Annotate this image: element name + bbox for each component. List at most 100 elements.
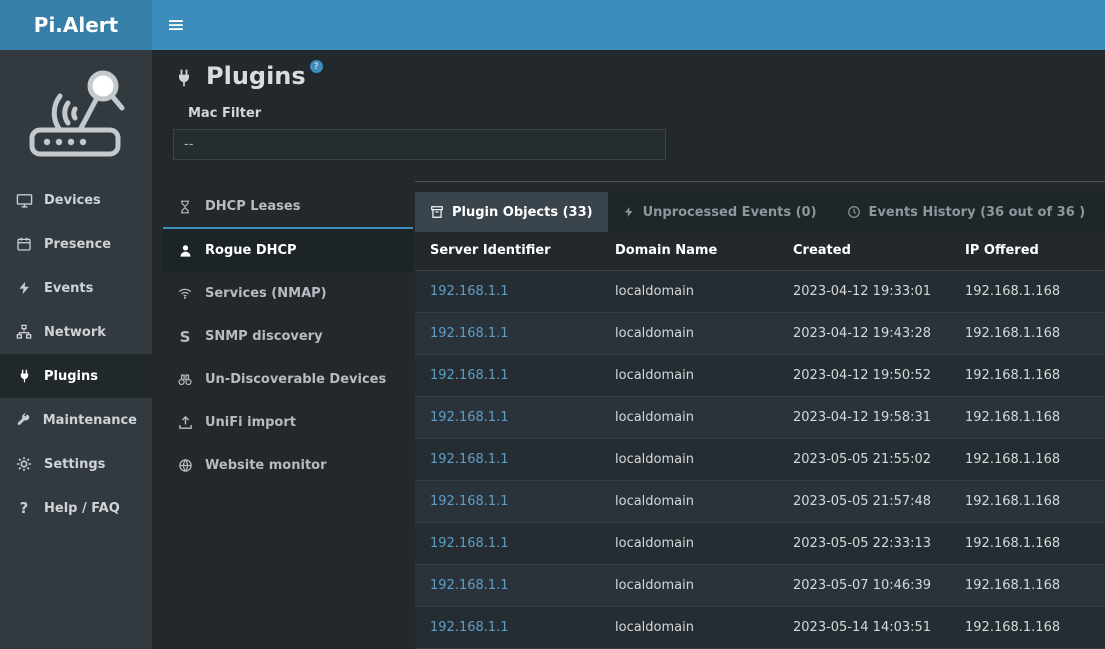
page-header: Plugins ? xyxy=(174,62,323,90)
pialert-router-logo xyxy=(0,50,152,164)
devices-icon xyxy=(15,192,33,209)
ip-cell: 192.168.1.168 xyxy=(950,438,1105,480)
plugin-list-item-dhcp-leases[interactable]: DHCP Leases xyxy=(163,186,413,229)
plugin-objects-table-body: 192.168.1.1 localdomain 2023-04-12 19:33… xyxy=(415,270,1105,648)
sidebar-item-label: Presence xyxy=(44,237,111,252)
ip-cell: 192.168.1.168 xyxy=(950,396,1105,438)
tab-strip: Plugin Objects (33) Unprocessed Events (… xyxy=(415,192,1105,232)
tab-unprocessed-events[interactable]: Unprocessed Events (0) xyxy=(608,192,832,232)
plugin-list-item-unifi-import[interactable]: UniFi import xyxy=(163,401,413,444)
sidebar: Devices Presence Events Network Plugins xyxy=(0,50,152,649)
mac-filter-label: Mac Filter xyxy=(188,106,261,121)
domain-cell: localdomain xyxy=(600,438,778,480)
table-row: 192.168.1.1 localdomain 2023-04-12 19:58… xyxy=(415,396,1105,438)
main-content: Plugins ? Mac Filter -- DHCP Leases Rogu… xyxy=(152,50,1105,649)
server-identifier-link[interactable]: 192.168.1.1 xyxy=(430,410,509,425)
plugin-list-item-label: Un-Discoverable Devices xyxy=(205,372,386,387)
signal-icon xyxy=(176,286,194,301)
server-identifier-link[interactable]: 192.168.1.1 xyxy=(430,368,509,383)
server-identifier-link[interactable]: 192.168.1.1 xyxy=(430,620,509,635)
sidebar-item-label: Help / FAQ xyxy=(44,501,120,516)
column-header-server-identifier: Server Identifier xyxy=(415,232,600,270)
domain-cell: localdomain xyxy=(600,522,778,564)
plugin-list-item-snmp-discovery[interactable]: S SNMP discovery xyxy=(163,315,413,358)
column-header-ip-offered: IP Offered xyxy=(950,232,1105,270)
sidebar-item-network[interactable]: Network xyxy=(0,310,152,354)
bolt-icon xyxy=(15,280,33,296)
server-identifier-link[interactable]: 192.168.1.1 xyxy=(430,536,509,551)
created-cell: 2023-04-12 19:43:28 xyxy=(778,312,950,354)
gear-icon xyxy=(15,456,33,472)
sidebar-item-presence[interactable]: Presence xyxy=(0,222,152,266)
sidebar-item-plugins[interactable]: Plugins xyxy=(0,354,152,398)
created-cell: 2023-04-12 19:50:52 xyxy=(778,354,950,396)
network-icon xyxy=(15,324,33,340)
table-row: 192.168.1.1 localdomain 2023-05-14 14:03… xyxy=(415,606,1105,648)
plugins-body: DHCP Leases Rogue DHCP Services (NMAP) S… xyxy=(152,181,1105,649)
domain-cell: localdomain xyxy=(600,270,778,312)
question-icon: ? xyxy=(15,499,33,517)
mac-filter-select[interactable]: -- xyxy=(173,129,666,160)
plugin-objects-table: Server Identifier Domain Name Created IP… xyxy=(415,232,1105,649)
plugin-list: DHCP Leases Rogue DHCP Services (NMAP) S… xyxy=(163,181,413,649)
sidebar-item-label: Maintenance xyxy=(43,413,137,428)
plugin-list-item-label: UniFi import xyxy=(205,415,296,430)
created-cell: 2023-05-07 10:46:39 xyxy=(778,564,950,606)
tab-plugin-objects[interactable]: Plugin Objects (33) xyxy=(415,192,608,232)
plugin-list-item-undiscoverable-devices[interactable]: Un-Discoverable Devices xyxy=(163,358,413,401)
rogue-user-icon xyxy=(176,243,194,259)
column-header-domain-name: Domain Name xyxy=(600,232,778,270)
plugin-list-item-label: DHCP Leases xyxy=(205,199,300,214)
domain-cell: localdomain xyxy=(600,312,778,354)
table-header-row: Server Identifier Domain Name Created IP… xyxy=(415,232,1105,270)
sidebar-item-label: Events xyxy=(44,281,93,296)
domain-cell: localdomain xyxy=(600,396,778,438)
sidebar-item-label: Plugins xyxy=(44,369,98,384)
table-row: 192.168.1.1 localdomain 2023-05-07 10:46… xyxy=(415,564,1105,606)
sidebar-item-events[interactable]: Events xyxy=(0,266,152,310)
sidebar-item-maintenance[interactable]: Maintenance xyxy=(0,398,152,442)
page-title: Plugins xyxy=(206,62,306,90)
wrench-icon xyxy=(15,412,32,428)
plugin-list-item-website-monitor[interactable]: Website monitor xyxy=(163,444,413,487)
sidebar-item-settings[interactable]: Settings xyxy=(0,442,152,486)
sidebar-item-label: Network xyxy=(44,325,106,340)
server-identifier-link[interactable]: 192.168.1.1 xyxy=(430,578,509,593)
sidebar-item-help-faq[interactable]: ? Help / FAQ xyxy=(0,486,152,530)
top-bar: Pi.Alert ≡ xyxy=(0,0,1105,50)
tab-label: Unprocessed Events (0) xyxy=(643,205,817,220)
globe-icon xyxy=(176,458,194,473)
hamburger-icon[interactable]: ≡ xyxy=(152,0,200,50)
server-identifier-link[interactable]: 192.168.1.1 xyxy=(430,452,509,467)
plugin-list-item-rogue-dhcp[interactable]: Rogue DHCP xyxy=(163,229,413,272)
column-header-created: Created xyxy=(778,232,950,270)
hourglass-icon xyxy=(176,199,194,215)
plugin-list-item-label: SNMP discovery xyxy=(205,329,323,344)
table-row: 192.168.1.1 localdomain 2023-05-05 22:33… xyxy=(415,522,1105,564)
ip-cell: 192.168.1.168 xyxy=(950,564,1105,606)
plugin-list-item-label: Rogue DHCP xyxy=(205,243,297,258)
plugin-list-item-services-nmap[interactable]: Services (NMAP) xyxy=(163,272,413,315)
sidebar-item-devices[interactable]: Devices xyxy=(0,178,152,222)
tab-label: Plugin Objects (33) xyxy=(452,205,593,220)
table-row: 192.168.1.1 localdomain 2023-05-05 21:57… xyxy=(415,480,1105,522)
table-row: 192.168.1.1 localdomain 2023-04-12 19:33… xyxy=(415,270,1105,312)
table-row: 192.168.1.1 localdomain 2023-05-05 21:55… xyxy=(415,438,1105,480)
tab-label: Events History (36 out of 36 ) xyxy=(869,205,1086,220)
ip-cell: 192.168.1.168 xyxy=(950,606,1105,648)
tab-events-history[interactable]: Events History (36 out of 36 ) xyxy=(832,192,1101,232)
ip-cell: 192.168.1.168 xyxy=(950,522,1105,564)
clock-icon xyxy=(847,205,861,219)
server-identifier-link[interactable]: 192.168.1.1 xyxy=(430,284,509,299)
table-row: 192.168.1.1 localdomain 2023-04-12 19:50… xyxy=(415,354,1105,396)
brand-logo[interactable]: Pi.Alert xyxy=(0,0,152,50)
plugin-list-item-label: Website monitor xyxy=(205,458,327,473)
plug-icon xyxy=(15,368,33,384)
binoculars-icon xyxy=(176,372,194,387)
info-badge[interactable]: ? xyxy=(310,60,323,73)
sidebar-item-label: Settings xyxy=(44,457,105,472)
server-identifier-link[interactable]: 192.168.1.1 xyxy=(430,494,509,509)
server-identifier-link[interactable]: 192.168.1.1 xyxy=(430,326,509,341)
snmp-s-icon: S xyxy=(176,328,194,346)
created-cell: 2023-05-14 14:03:51 xyxy=(778,606,950,648)
